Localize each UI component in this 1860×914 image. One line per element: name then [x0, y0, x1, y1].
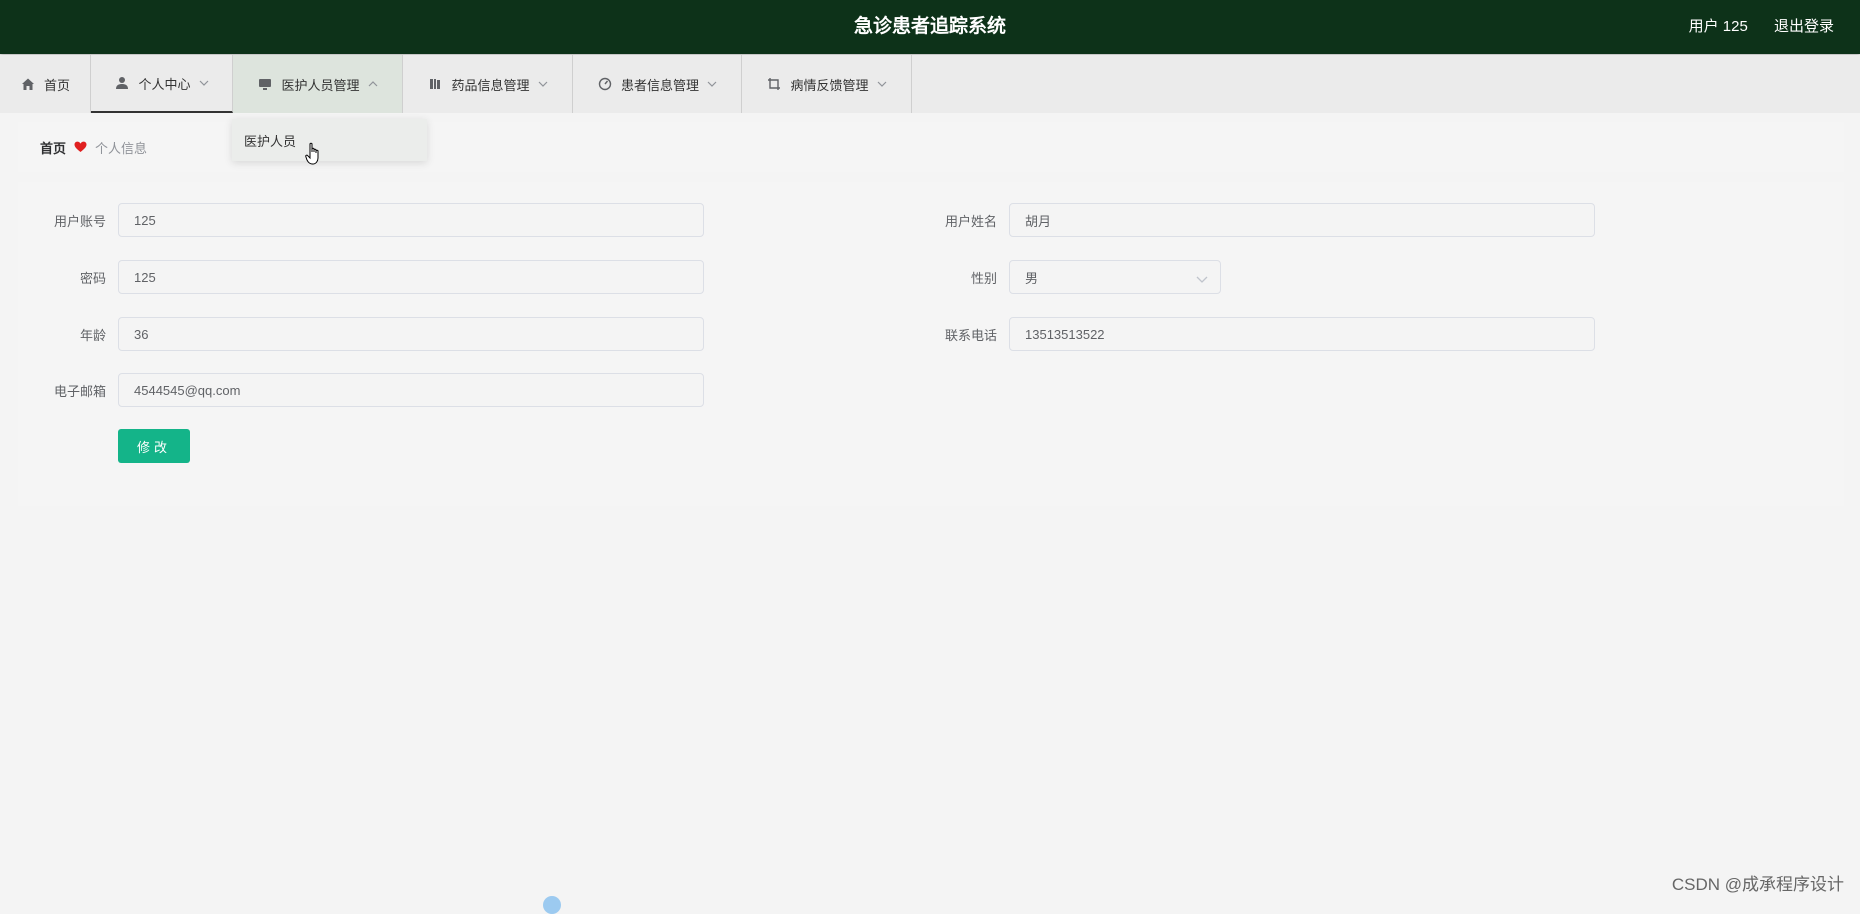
email-input[interactable]: 4544545@qq.com [118, 373, 704, 407]
user-area: 用户 125 退出登录 [1667, 0, 1834, 54]
age-row: 年龄 36 [18, 316, 704, 352]
nav-item-feedback-management[interactable]: 病情反馈管理 [742, 55, 912, 113]
chevron-down-icon [707, 79, 717, 89]
account-row: 用户账号 125 [18, 202, 704, 238]
account-label: 用户账号 [18, 211, 106, 230]
password-input[interactable]: 125 [118, 260, 704, 294]
age-label: 年龄 [18, 325, 106, 344]
logout-link[interactable]: 退出登录 [1774, 18, 1834, 35]
chevron-up-icon [368, 79, 378, 89]
dropdown-item-staff[interactable]: 医护人员 [244, 131, 296, 150]
phone-row: 联系电话 13513513522 [909, 316, 1595, 352]
age-input[interactable]: 36 [118, 317, 704, 351]
gender-select[interactable]: 男 [1009, 260, 1221, 294]
gender-value: 男 [1025, 268, 1038, 287]
top-header: 急诊患者追踪系统 用户 125 退出登录 [0, 0, 1860, 54]
name-input[interactable]: 胡月 [1009, 203, 1595, 237]
modify-button[interactable]: 修改 [118, 429, 190, 463]
nav-label-personal-center: 个人中心 [138, 74, 190, 93]
nav-item-patient-management[interactable]: 患者信息管理 [573, 55, 742, 113]
account-input[interactable]: 125 [118, 203, 704, 237]
password-label: 密码 [18, 268, 106, 287]
chevron-down-icon [199, 78, 209, 88]
nav-label-medicine-management: 药品信息管理 [451, 75, 529, 94]
nav-label-home: 首页 [44, 75, 70, 94]
gender-label: 性别 [909, 268, 997, 287]
nav-label-feedback-management: 病情反馈管理 [790, 75, 868, 94]
heart-icon [74, 141, 87, 153]
chevron-down-icon [538, 79, 548, 89]
crop-icon [766, 76, 782, 92]
breadcrumb-current: 个人信息 [95, 138, 147, 157]
loading-indicator [543, 896, 561, 914]
chevron-down-icon [877, 79, 887, 89]
chevron-down-icon [1196, 272, 1208, 287]
profile-form: 用户账号 125 用户姓名 胡月 密码 125 性别 男 年龄 36 联系电话 … [18, 182, 1844, 506]
name-label: 用户姓名 [909, 211, 997, 230]
main-nav: 首页 个人中心 医护人员管理 药品信息管理 患者信息管理 [0, 55, 1860, 113]
password-row: 密码 125 [18, 259, 704, 295]
email-row: 电子邮箱 4544545@qq.com [18, 372, 704, 408]
nav-item-home[interactable]: 首页 [0, 55, 91, 113]
gender-row: 性别 男 [909, 259, 1221, 295]
nav-item-staff-management[interactable]: 医护人员管理 [233, 55, 403, 113]
monitor-icon [257, 76, 273, 92]
nav-item-medicine-management[interactable]: 药品信息管理 [403, 55, 573, 113]
name-row: 用户姓名 胡月 [909, 202, 1595, 238]
hand-cursor-icon [305, 142, 323, 171]
app-title: 急诊患者追踪系统 [0, 0, 1860, 54]
watermark: CSDN @成承程序设计 [1672, 870, 1844, 895]
email-label: 电子邮箱 [18, 381, 106, 400]
book-icon [427, 76, 443, 92]
nav-item-personal-center[interactable]: 个人中心 [91, 55, 233, 113]
home-icon [20, 76, 36, 92]
user-icon [114, 75, 130, 91]
nav-label-patient-management: 患者信息管理 [621, 75, 699, 94]
breadcrumb-home[interactable]: 首页 [40, 138, 66, 157]
gauge-icon [597, 76, 613, 92]
staff-dropdown-menu: 医护人员 [232, 119, 427, 161]
phone-label: 联系电话 [909, 325, 997, 344]
current-user-label: 用户 125 [1689, 18, 1748, 35]
phone-input[interactable]: 13513513522 [1009, 317, 1595, 351]
nav-label-staff-management: 医护人员管理 [281, 75, 359, 94]
